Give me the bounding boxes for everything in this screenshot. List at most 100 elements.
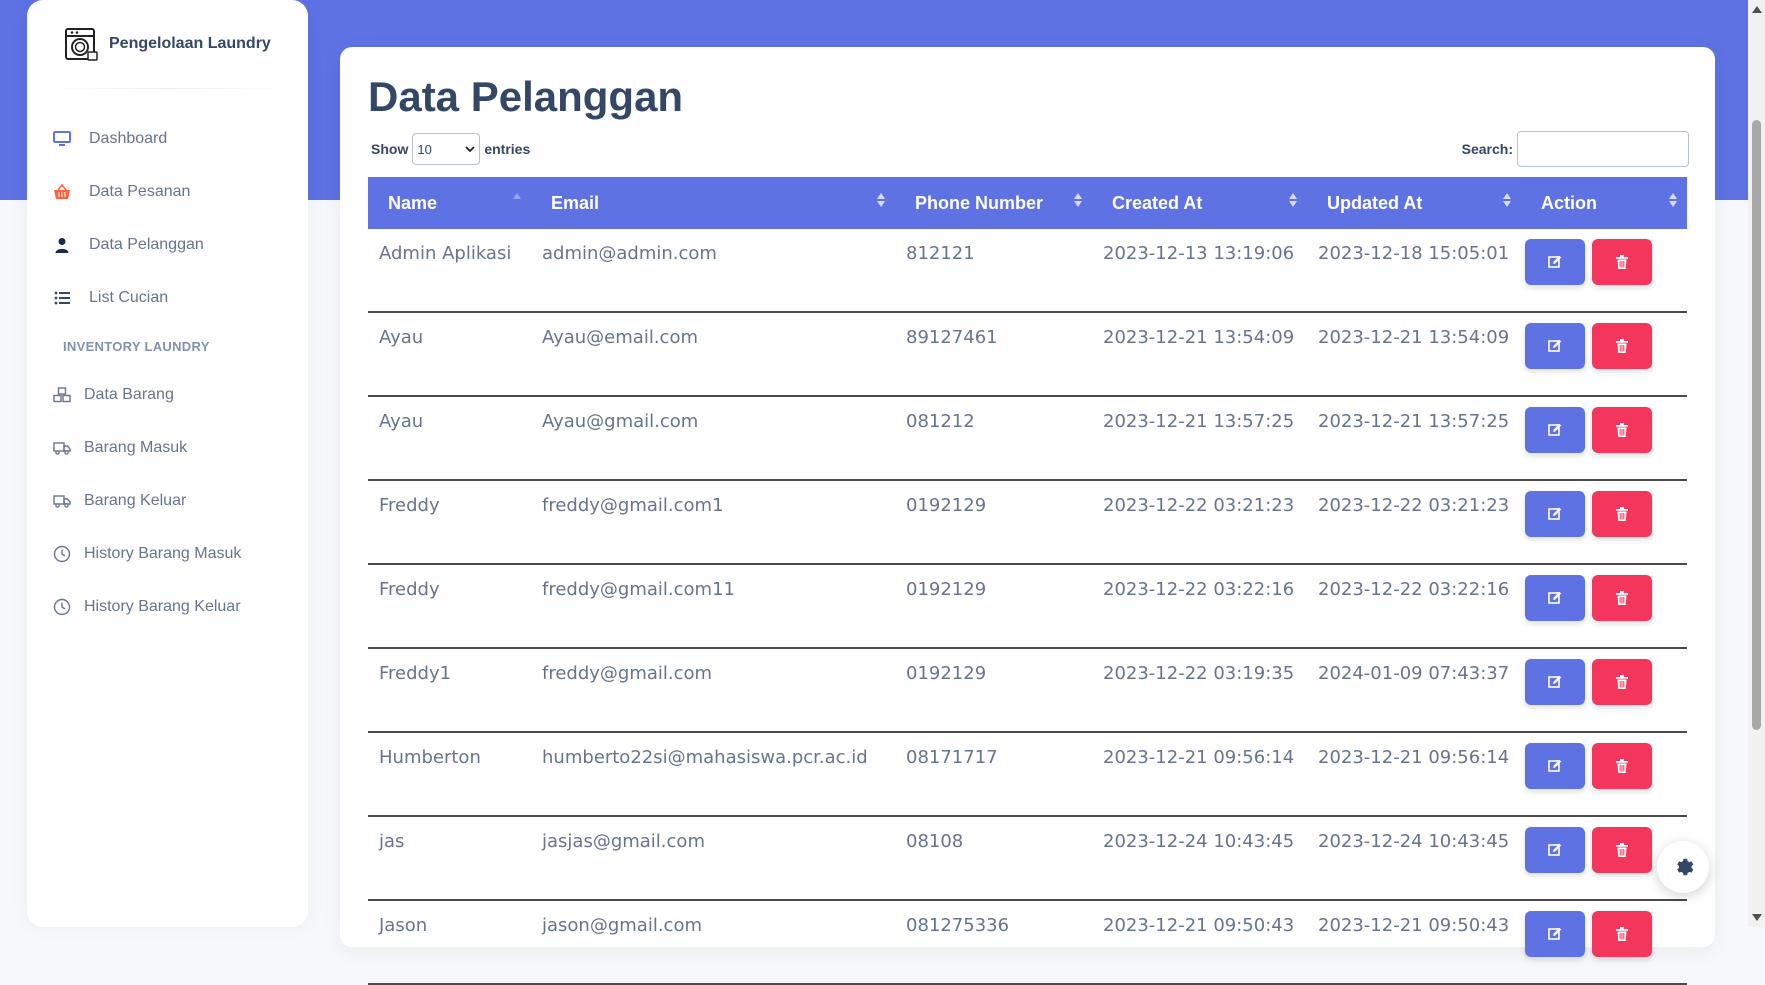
sidebar-item-data-pelanggan[interactable]: Data Pelanggan (27, 218, 308, 271)
column-header-updated-at[interactable]: Updated At (1307, 177, 1521, 229)
delete-button[interactable] (1592, 743, 1652, 789)
vertical-scrollbar[interactable] (1748, 0, 1765, 927)
cell-action (1521, 313, 1687, 395)
sidebar-item-label: Barang Masuk (84, 438, 188, 456)
delete-button[interactable] (1592, 911, 1652, 957)
cell-phone: 081275336 (906, 915, 1010, 936)
edit-button[interactable] (1525, 239, 1585, 285)
cell-name: jas (379, 831, 405, 852)
cell-email: Ayau@email.com (542, 327, 698, 348)
scroll-thumb[interactable] (1752, 120, 1761, 730)
sidebar: Pengelolaan Laundry Dashboard Data Pesan… (27, 0, 308, 927)
edit-button[interactable] (1525, 827, 1585, 873)
cell-action (1521, 649, 1687, 731)
sidebar-item-list-cucian[interactable]: List Cucian (27, 271, 308, 324)
edit-button[interactable] (1525, 911, 1585, 957)
cell-phone: 0192129 (906, 663, 987, 684)
cell-phone: 0192129 (906, 579, 987, 600)
cell-updated-at: 2023-12-22 03:22:16 (1318, 579, 1510, 600)
sidebar-item-history-barang-masuk[interactable]: History Barang Masuk (27, 527, 308, 580)
sidebar-item-barang-masuk[interactable]: Barang Masuk (27, 421, 308, 474)
chevron-down-icon (465, 145, 475, 152)
search-input[interactable] (1517, 131, 1689, 167)
cell-action (1521, 481, 1687, 563)
trash-icon (1616, 423, 1628, 437)
cell-updated-at: 2023-12-21 09:50:43 (1318, 915, 1510, 936)
cell-email: Ayau@gmail.com (542, 411, 699, 432)
column-header-phone[interactable]: Phone Number (895, 177, 1092, 229)
table-row: Freddy freddy@gmail.com1 0192129 2023-12-22… (368, 481, 1687, 565)
edit-button[interactable] (1525, 575, 1585, 621)
entries-select[interactable]: 10 (412, 133, 481, 165)
delete-button[interactable] (1592, 659, 1652, 705)
sort-icon (513, 193, 521, 207)
trash-icon (1616, 675, 1628, 689)
sidebar-item-label: History Barang Keluar (84, 597, 241, 615)
washing-machine-icon (65, 28, 98, 61)
cell-email: freddy@gmail.com11 (542, 579, 735, 600)
settings-button[interactable] (1657, 841, 1709, 893)
cell-name: Ayau (379, 327, 424, 348)
sidebar-section-title: INVENTORY LAUNDRY (63, 338, 210, 354)
clock-icon (52, 544, 72, 564)
user-icon (52, 235, 72, 255)
trash-icon (1616, 759, 1628, 773)
cell-created-at: 2023-12-22 03:21:23 (1103, 495, 1295, 516)
sidebar-item-barang-keluar[interactable]: Barang Keluar (27, 474, 308, 527)
search-label: Search: (1461, 141, 1513, 157)
sidebar-item-data-pesanan[interactable]: Data Pesanan (27, 165, 308, 218)
scroll-down-arrow[interactable] (1752, 914, 1762, 921)
table-row: jas jasjas@gmail.com 08108 2023-12-24 10:43… (368, 817, 1687, 901)
column-header-action[interactable]: Action (1521, 177, 1687, 229)
boxes-icon (52, 385, 72, 405)
cell-created-at: 2023-12-21 09:50:43 (1103, 915, 1295, 936)
edit-button[interactable] (1525, 743, 1585, 789)
cell-created-at: 2023-12-22 03:22:16 (1103, 579, 1295, 600)
sidebar-item-label: Data Pelanggan (89, 235, 204, 253)
edit-icon (1548, 843, 1562, 856)
edit-icon (1548, 255, 1562, 268)
search-control: Search: (1462, 131, 1689, 167)
sidebar-item-history-barang-keluar[interactable]: History Barang Keluar (27, 580, 308, 633)
column-header-email[interactable]: Email (531, 177, 895, 229)
truck-icon (52, 491, 72, 511)
truck-icon (52, 438, 72, 458)
trash-icon (1616, 843, 1628, 857)
edit-button[interactable] (1525, 407, 1585, 453)
show-label: Show (371, 141, 409, 157)
delete-button[interactable] (1592, 407, 1652, 453)
table-body: Admin Aplikasi admin@admin.com 812121 2023-… (368, 229, 1687, 985)
sidebar-item-label: History Barang Masuk (84, 544, 242, 562)
edit-button[interactable] (1525, 659, 1585, 705)
delete-button[interactable] (1592, 491, 1652, 537)
cell-created-at: 2023-12-21 13:54:09 (1103, 327, 1295, 348)
sidebar-item-label: Dashboard (89, 129, 168, 147)
column-header-created-at[interactable]: Created At (1092, 177, 1307, 229)
edit-button[interactable] (1525, 323, 1585, 369)
sort-icon (1669, 193, 1677, 207)
delete-button[interactable] (1592, 239, 1652, 285)
scroll-up-arrow[interactable] (1752, 6, 1762, 13)
cell-email: admin@admin.com (542, 243, 717, 264)
sidebar-item-dashboard[interactable]: Dashboard (27, 112, 308, 165)
cell-created-at: 2023-12-21 09:56:14 (1103, 747, 1295, 768)
trash-icon (1616, 339, 1628, 353)
delete-button[interactable] (1592, 575, 1652, 621)
cell-name: Humberton (379, 747, 481, 768)
cell-created-at: 2023-12-22 03:19:35 (1103, 663, 1295, 684)
column-header-name[interactable]: Name (368, 177, 531, 229)
sort-icon (1289, 193, 1297, 207)
cell-name: Admin Aplikasi (379, 243, 512, 264)
cell-phone: 081212 (906, 411, 975, 432)
cell-action (1521, 229, 1687, 311)
delete-button[interactable] (1592, 827, 1652, 873)
sidebar-item-data-barang[interactable]: Data Barang (27, 368, 308, 421)
edit-icon (1548, 339, 1562, 352)
cell-name: Jason (379, 915, 428, 936)
table-row: Freddy freddy@gmail.com11 0192129 2023-12-2… (368, 565, 1687, 649)
cell-created-at: 2023-12-21 13:57:25 (1103, 411, 1295, 432)
edit-button[interactable] (1525, 491, 1585, 537)
delete-button[interactable] (1592, 323, 1652, 369)
brand[interactable]: Pengelolaan Laundry (63, 26, 271, 62)
edit-icon (1548, 423, 1562, 436)
